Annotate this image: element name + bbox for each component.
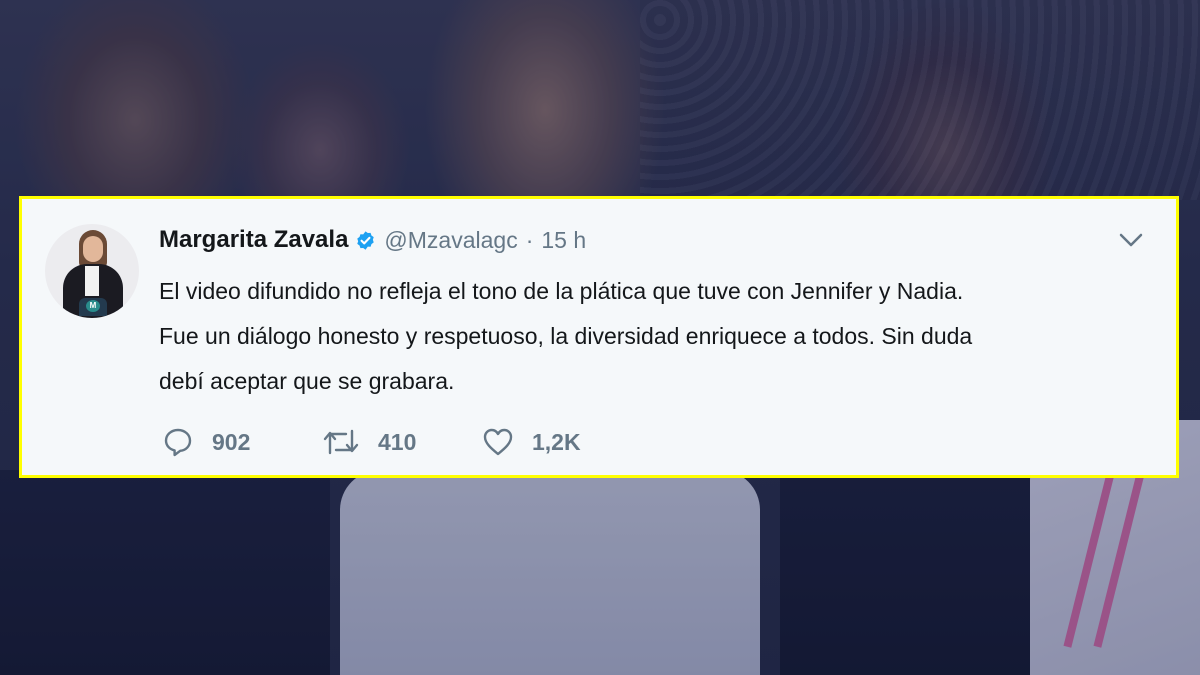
tweet-text-line: Fue un diálogo honesto y respetuoso, la … bbox=[159, 323, 973, 349]
heart-icon bbox=[483, 428, 513, 456]
avatar[interactable]: M bbox=[45, 224, 139, 318]
reply-button[interactable]: 902 bbox=[162, 426, 322, 458]
tweet-text: El video difundido no refleja el tono de… bbox=[159, 269, 1149, 404]
like-count: 1,2K bbox=[532, 428, 581, 455]
screenshot-scene: M Margarita Zavala @Mzavalagc · 15 h El … bbox=[0, 0, 1200, 675]
avatar-face bbox=[83, 236, 103, 262]
tweet-actions: 902 410 1,2K bbox=[162, 426, 642, 458]
reply-count: 902 bbox=[212, 428, 251, 455]
tweet-timestamp[interactable]: 15 h bbox=[541, 227, 586, 254]
reply-icon bbox=[164, 428, 192, 457]
tweet-header: Margarita Zavala @Mzavalagc · 15 h bbox=[159, 226, 586, 254]
retweet-button[interactable]: 410 bbox=[322, 426, 482, 458]
tweet-text-line: El video difundido no refleja el tono de… bbox=[159, 278, 964, 304]
tweet-card: M Margarita Zavala @Mzavalagc · 15 h El … bbox=[19, 196, 1179, 478]
retweet-count: 410 bbox=[378, 428, 417, 455]
separator-dot: · bbox=[525, 226, 534, 253]
author-display-name[interactable]: Margarita Zavala bbox=[159, 226, 348, 254]
chevron-down-icon[interactable] bbox=[1118, 231, 1144, 249]
author-handle[interactable]: @Mzavalagc bbox=[384, 227, 517, 254]
retweet-icon bbox=[323, 429, 359, 455]
avatar-shirt bbox=[85, 266, 99, 296]
like-button[interactable]: 1,2K bbox=[482, 426, 642, 458]
verified-badge-icon bbox=[357, 230, 375, 250]
tweet-text-line: debí aceptar que se grabara. bbox=[159, 368, 455, 394]
avatar-podium-logo: M bbox=[86, 300, 100, 312]
